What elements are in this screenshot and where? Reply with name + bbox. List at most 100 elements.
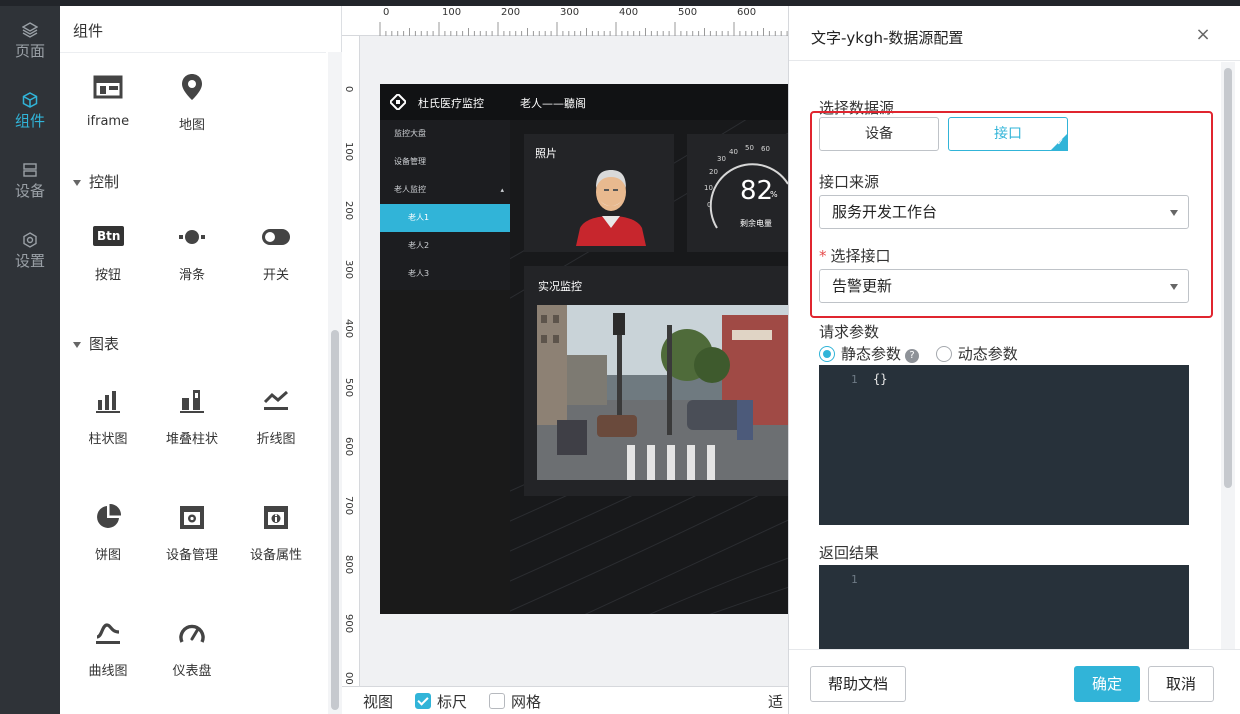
dialog-title: 文字-ykgh-数据源配置 bbox=[811, 29, 964, 47]
cancel-button[interactable]: 取消 bbox=[1148, 666, 1214, 702]
api-source-select[interactable]: 服务开发工作台 bbox=[819, 195, 1189, 229]
dashboard-menu-item[interactable]: 老人3 bbox=[380, 260, 510, 288]
api-source-label: 接口来源 bbox=[819, 173, 880, 191]
battery-card: 0 10 20 30 40 50 60 82 % 剩余电量 bbox=[687, 134, 788, 252]
dashboard-header: 杜氏医疗监控 老人——聽阁 bbox=[380, 84, 788, 120]
radio-selected-icon[interactable] bbox=[819, 346, 835, 362]
device-attr-icon bbox=[264, 506, 288, 529]
nav-item-devices[interactable]: 设备 bbox=[0, 152, 60, 212]
component-label: 地图 bbox=[178, 118, 205, 133]
ruler-toggle[interactable]: 标尺 bbox=[415, 691, 467, 712]
canvas-stage[interactable]: 杜氏医疗监控 老人——聽阁 监控大盘 设备管理 老人监控 ▴ 老人1 老人2 老人… bbox=[380, 84, 788, 614]
ruler-label: 100 bbox=[442, 7, 462, 18]
ruler-label: 900 bbox=[343, 614, 354, 634]
slider-icon bbox=[179, 230, 205, 244]
curve-chart-icon bbox=[96, 623, 120, 644]
datasource-config-dialog: 文字-ykgh-数据源配置 × 选择数据源 设备 接口 ✓ 接口来源 服务开发工… bbox=[788, 6, 1240, 714]
component-gauge[interactable]: 仪表盘 bbox=[150, 618, 234, 679]
battery-value: 82 bbox=[740, 176, 774, 206]
device-manage-icon bbox=[180, 506, 204, 529]
param-static-radio[interactable]: 静态参数? bbox=[819, 345, 920, 363]
toggle-icon bbox=[262, 229, 290, 245]
close-icon[interactable]: × bbox=[1194, 26, 1212, 44]
check-icon: ✓ bbox=[1056, 138, 1064, 148]
component-label: 折线图 bbox=[256, 432, 296, 447]
chevron-down-icon bbox=[1170, 284, 1178, 290]
ruler-label: 100 bbox=[343, 142, 354, 162]
dashboard-main: 照片 0 10 20 30 40 50 60 82 % 剩余电量 实况监控 bbox=[510, 120, 788, 614]
ruler-label: 700 bbox=[343, 496, 354, 516]
svg-text:60: 60 bbox=[761, 145, 770, 153]
dashboard-menu-item[interactable]: 监控大盘 bbox=[380, 120, 510, 148]
nav-item-components[interactable]: 组件 bbox=[0, 82, 60, 142]
help-doc-button[interactable]: 帮助文档 bbox=[810, 666, 906, 702]
params-editor[interactable]: 1 {} bbox=[819, 365, 1189, 525]
nav-item-pages[interactable]: 页面 bbox=[0, 12, 60, 72]
dashboard-menu-item[interactable]: 老人2 bbox=[380, 232, 510, 260]
ruler-label: 500 bbox=[343, 378, 354, 398]
component-label: iframe bbox=[86, 114, 130, 129]
checkbox-icon[interactable] bbox=[489, 693, 505, 709]
scrollbar-thumb[interactable] bbox=[1224, 68, 1232, 488]
stacked-bar-icon bbox=[180, 390, 204, 413]
group-header-control[interactable]: 控制 bbox=[73, 171, 119, 192]
radio-icon[interactable] bbox=[935, 346, 952, 362]
ruler-label: 300 bbox=[560, 7, 580, 18]
component-stacked-bar[interactable]: 堆叠柱状 bbox=[150, 386, 234, 447]
component-curve-chart[interactable]: 曲线图 bbox=[66, 618, 150, 679]
component-iframe[interactable]: iframe bbox=[66, 72, 150, 129]
svg-text:0: 0 bbox=[707, 201, 711, 209]
svg-text:50: 50 bbox=[745, 144, 754, 152]
live-video[interactable] bbox=[537, 305, 788, 480]
dashboard-brand: 杜氏医疗监控 bbox=[418, 97, 484, 110]
source-option-device[interactable]: 设备 bbox=[819, 117, 939, 151]
ruler-label: 800 bbox=[343, 555, 354, 575]
component-label: 按钮 bbox=[94, 268, 121, 283]
elder-avatar bbox=[576, 170, 646, 246]
photo-card: 照片 bbox=[524, 134, 674, 252]
component-device-attr[interactable]: 设备属性 bbox=[234, 502, 318, 563]
cube-icon bbox=[22, 92, 38, 108]
component-pie-chart[interactable]: 饼图 bbox=[66, 502, 150, 563]
card-title: 照片 bbox=[535, 147, 557, 160]
svg-text:30: 30 bbox=[717, 155, 726, 163]
api-select[interactable]: 告警更新 bbox=[819, 269, 1189, 303]
nav-item-settings[interactable]: 设置 bbox=[0, 222, 60, 282]
dashboard-menu-item[interactable]: 设备管理 bbox=[380, 148, 510, 176]
component-map[interactable]: 地图 bbox=[150, 72, 234, 133]
dialog-scrollbar[interactable] bbox=[1221, 62, 1235, 650]
group-header-chart[interactable]: 图表 bbox=[73, 333, 119, 354]
nav-label-components: 组件 bbox=[14, 112, 45, 130]
component-line-chart[interactable]: 折线图 bbox=[234, 386, 318, 447]
help-icon[interactable]: ? bbox=[905, 349, 920, 363]
caret-down-icon bbox=[73, 179, 81, 186]
component-toggle[interactable]: 开关 bbox=[234, 222, 318, 283]
divider bbox=[60, 52, 326, 53]
line-number: 1 bbox=[851, 373, 858, 386]
checkbox-checked-icon[interactable] bbox=[415, 693, 431, 709]
source-option-api[interactable]: 接口 ✓ bbox=[948, 117, 1068, 151]
chevron-down-icon bbox=[1170, 210, 1178, 216]
layers-icon bbox=[22, 22, 38, 38]
param-dynamic-radio[interactable]: 动态参数 bbox=[935, 345, 1018, 363]
ok-button[interactable]: 确定 bbox=[1074, 666, 1140, 702]
dialog-footer: 帮助文档 确定 取消 bbox=[789, 649, 1240, 714]
result-editor[interactable]: 1 bbox=[819, 565, 1189, 649]
component-label: 设备管理 bbox=[165, 548, 218, 563]
component-button[interactable]: Btn 按钮 bbox=[66, 222, 150, 283]
group-title: 图表 bbox=[89, 335, 120, 353]
component-bar-chart[interactable]: 柱状图 bbox=[66, 386, 150, 447]
canvas-toolbar: 视图 标尺 网格 适合 bbox=[342, 686, 788, 714]
fit-button[interactable]: 适合 bbox=[768, 691, 788, 714]
component-panel-scrollbar[interactable] bbox=[328, 52, 342, 714]
dashboard-menu-item[interactable]: 老人1 bbox=[380, 204, 510, 232]
gauge-icon bbox=[179, 624, 205, 643]
component-label: 柱状图 bbox=[88, 432, 128, 447]
grid-toggle[interactable]: 网格 bbox=[489, 691, 541, 712]
component-slider[interactable]: 滑条 bbox=[150, 222, 234, 283]
component-device-manage[interactable]: 设备管理 bbox=[150, 502, 234, 563]
horizontal-ruler: 0 100 200 300 400 500 600 bbox=[342, 6, 788, 36]
scrollbar-thumb[interactable] bbox=[331, 330, 339, 710]
dashboard-menu-item[interactable]: 老人监控 ▴ bbox=[380, 176, 510, 204]
dashboard-title: 老人——聽阁 bbox=[520, 97, 586, 110]
